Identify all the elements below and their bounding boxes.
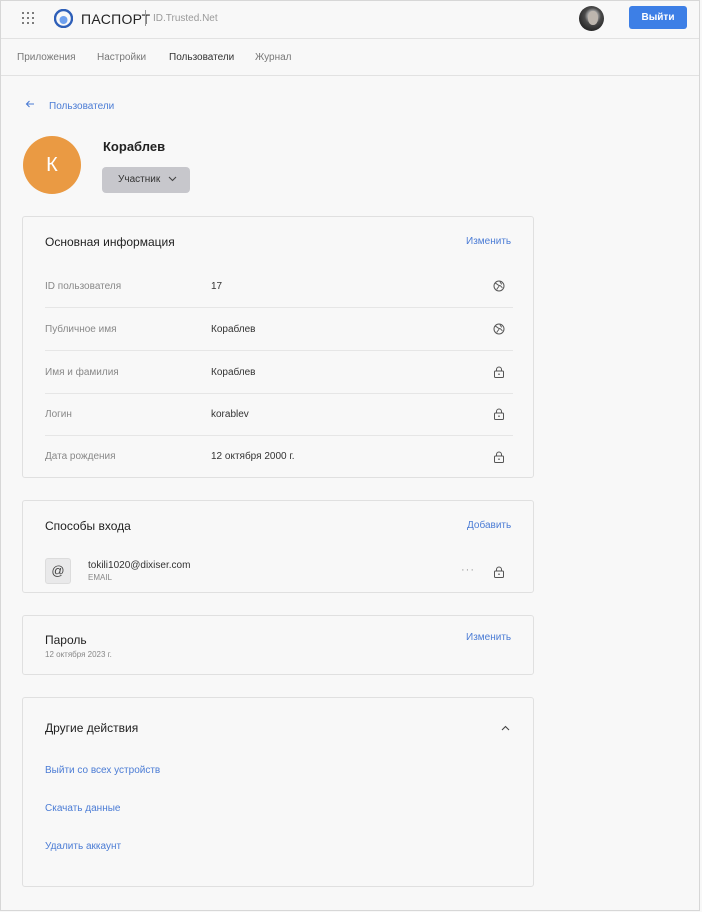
breadcrumb-label: Пользователи xyxy=(49,101,115,112)
profile-avatar: К xyxy=(23,136,81,194)
main-nav: Приложения Настройки Пользователи Журнал xyxy=(1,40,699,76)
tab-journal[interactable]: Журнал xyxy=(255,52,292,63)
login-methods-card: Способы входа Добавить @ tokili1020@dixi… xyxy=(22,500,534,593)
row-value: Кораблев xyxy=(211,324,256,335)
logout-all-devices-link[interactable]: Выйти со всех устройств xyxy=(45,765,160,776)
info-row: Публичное имя Кораблев xyxy=(23,308,533,351)
more-dots-icon[interactable]: ··· xyxy=(461,564,475,576)
role-dropdown[interactable]: Участник xyxy=(102,167,190,193)
profile-name: Кораблев xyxy=(103,139,166,154)
password-date: 12 октября 2023 г. xyxy=(45,650,112,659)
info-row: Имя и фамилия Кораблев xyxy=(23,351,533,394)
lock-icon xyxy=(493,566,505,578)
row-value: 12 октября 2000 г. xyxy=(211,451,295,462)
login-method-type: EMAIL xyxy=(88,573,113,582)
info-row: Логин korablev xyxy=(23,394,533,437)
row-value: 17 xyxy=(211,281,223,292)
chevron-up-icon[interactable] xyxy=(501,724,510,733)
role-label: Участник xyxy=(118,174,161,185)
basic-info-title: Основная информация xyxy=(45,235,175,249)
top-header: ПАСПОРТ ID.Trusted.Net Выйти xyxy=(1,1,699,39)
edit-basic-info-link[interactable]: Изменить xyxy=(466,236,511,247)
info-row: Дата рождения 12 октября 2000 г. xyxy=(23,436,533,479)
basic-info-card: Основная информация Изменить ID пользова… xyxy=(22,216,534,478)
page-frame: ПАСПОРТ ID.Trusted.Net Выйти Приложения … xyxy=(0,0,700,911)
globe-icon[interactable] xyxy=(493,323,505,335)
row-value: korablev xyxy=(211,409,249,420)
brand-subtitle: ID.Trusted.Net xyxy=(153,13,218,24)
row-label: Дата рождения xyxy=(45,451,116,462)
row-label: Имя и фамилия xyxy=(45,367,119,378)
chevron-down-icon xyxy=(168,174,177,183)
logout-button[interactable]: Выйти xyxy=(629,6,687,29)
add-login-method-link[interactable]: Добавить xyxy=(467,520,511,531)
download-data-link[interactable]: Скачать данные xyxy=(45,803,120,814)
email-at-icon: @ xyxy=(45,558,71,584)
tab-users[interactable]: Пользователи xyxy=(169,52,234,63)
passport-logo-icon[interactable] xyxy=(54,9,73,28)
row-label: ID пользователя xyxy=(45,281,122,292)
brand-divider xyxy=(145,10,146,26)
lock-icon xyxy=(493,366,505,378)
row-label: Публичное имя xyxy=(45,324,117,335)
password-title: Пароль xyxy=(45,633,87,647)
tab-settings[interactable]: Настройки xyxy=(97,52,146,63)
tab-applications[interactable]: Приложения xyxy=(17,52,76,63)
other-actions-title: Другие действия xyxy=(45,721,139,735)
delete-account-link[interactable]: Удалить аккаунт xyxy=(45,841,121,852)
user-avatar[interactable] xyxy=(579,6,604,31)
login-methods-title: Способы входа xyxy=(45,519,131,533)
arrow-left-icon xyxy=(25,99,39,109)
change-password-link[interactable]: Изменить xyxy=(466,632,511,643)
brand-title: ПАСПОРТ xyxy=(81,11,151,27)
info-row: ID пользователя 17 xyxy=(23,265,533,308)
lock-icon xyxy=(493,408,505,420)
globe-icon[interactable] xyxy=(493,280,505,292)
lock-icon xyxy=(493,451,505,463)
row-label: Логин xyxy=(45,409,72,420)
breadcrumb[interactable]: Пользователи xyxy=(25,99,114,112)
other-actions-card: Другие действия Выйти со всех устройств … xyxy=(22,697,534,887)
password-card: Пароль 12 октября 2023 г. Изменить xyxy=(22,615,534,675)
login-method-value: tokili1020@dixiser.com xyxy=(88,560,191,571)
row-value: Кораблев xyxy=(211,367,256,378)
apps-grid-icon[interactable] xyxy=(22,12,36,26)
